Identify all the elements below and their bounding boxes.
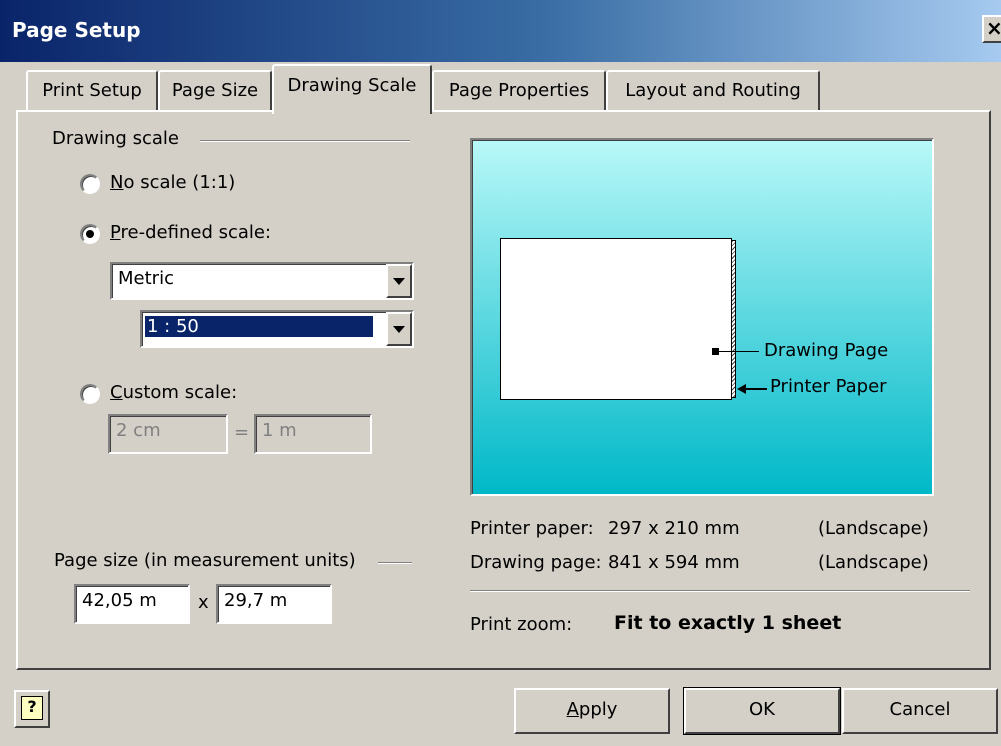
predefined-scale-label: re-defined scale: [120,222,272,243]
page-width-value: 42,05 m [82,590,157,611]
custom-page-units-value: 2 cm [116,420,161,441]
drawing-page-info-label: Drawing page: [470,552,602,573]
cancel-button[interactable]: Cancel [842,688,998,734]
group-divider [200,140,410,142]
drawing-page-callout: Drawing Page [764,340,889,361]
print-zoom-label: Print zoom: [470,614,573,635]
drawing-page-leader [719,351,759,352]
equals-sign: = [234,422,250,443]
apply-button[interactable]: Apply [514,688,670,734]
tab-label: Page Properties [448,80,590,101]
info-divider [470,590,970,592]
printer-paper-callout: Printer Paper [770,376,887,397]
printer-paper-info-label: Printer paper: [470,518,594,539]
page-size-group-label: Page size (in measurement units) [54,550,356,571]
scale-ratio-dropdown-button[interactable] [386,312,412,346]
drawing-page-info-size: 841 x 594 mm [608,552,740,573]
page-height-value: 29,7 m [224,590,288,611]
ok-label: OK [749,699,775,720]
cancel-label: Cancel [889,699,951,720]
help-icon: ? [21,696,43,720]
printer-paper-info-orientation: (Landscape) [818,518,929,539]
tab-print-setup[interactable]: Print Setup [26,70,158,110]
close-icon: × [986,16,1001,40]
scale-system-select[interactable]: Metric [110,262,414,300]
times-sign: x [198,592,209,613]
no-scale-label: o scale (1:1) [123,172,236,193]
mnemonic: P [110,222,121,243]
mnemonic: A [566,699,579,720]
drawing-page-marker [712,348,719,355]
no-scale-radio[interactable] [80,174,100,194]
scale-system-dropdown-button[interactable] [386,264,412,298]
drawing-page-shape [500,238,732,400]
mnemonic: N [110,172,124,193]
custom-real-units-value: 1 m [262,420,297,441]
tab-drawing-scale[interactable]: Drawing Scale [272,64,432,114]
radio-selected-dot [86,230,94,238]
apply-label: pply [578,699,618,720]
close-button[interactable]: × [982,15,1001,43]
tab-label: Layout and Routing [625,80,801,101]
ok-button[interactable]: OK [683,687,841,735]
scale-system-value: Metric [118,268,174,289]
help-button[interactable]: ? [14,690,50,728]
page-width-input[interactable]: 42,05 m [74,584,190,624]
tab-label: Page Size [171,80,259,101]
tab-label: Print Setup [42,80,142,101]
title-bar[interactable]: Page Setup [0,0,1001,62]
custom-page-units-input[interactable]: 2 cm [108,414,228,454]
scale-preview: Drawing Page Printer Paper [470,138,934,496]
custom-scale-label: ustom scale: [122,382,238,403]
mnemonic: C [110,382,123,403]
group-divider [378,562,412,564]
drawing-page-info-orientation: (Landscape) [818,552,929,573]
custom-scale-radio[interactable] [80,384,100,404]
window-title: Page Setup [12,18,141,42]
chevron-down-icon [393,326,405,333]
page-height-input[interactable]: 29,7 m [216,584,332,624]
tab-layout-and-routing[interactable]: Layout and Routing [606,70,820,110]
predefined-scale-radio[interactable] [80,224,100,244]
printer-paper-leader [745,388,767,390]
drawing-scale-group-label: Drawing scale [52,128,179,149]
tab-page-size[interactable]: Page Size [158,70,272,110]
custom-real-units-input[interactable]: 1 m [254,414,372,454]
tab-label: Drawing Scale [287,75,417,96]
tab-page-properties[interactable]: Page Properties [432,70,606,110]
print-zoom-value: Fit to exactly 1 sheet [614,612,842,634]
printer-paper-info-size: 297 x 210 mm [608,518,740,539]
scale-ratio-value: 1 : 50 [145,316,373,337]
scale-ratio-select[interactable]: 1 : 50 [140,310,414,348]
chevron-down-icon [393,278,405,285]
